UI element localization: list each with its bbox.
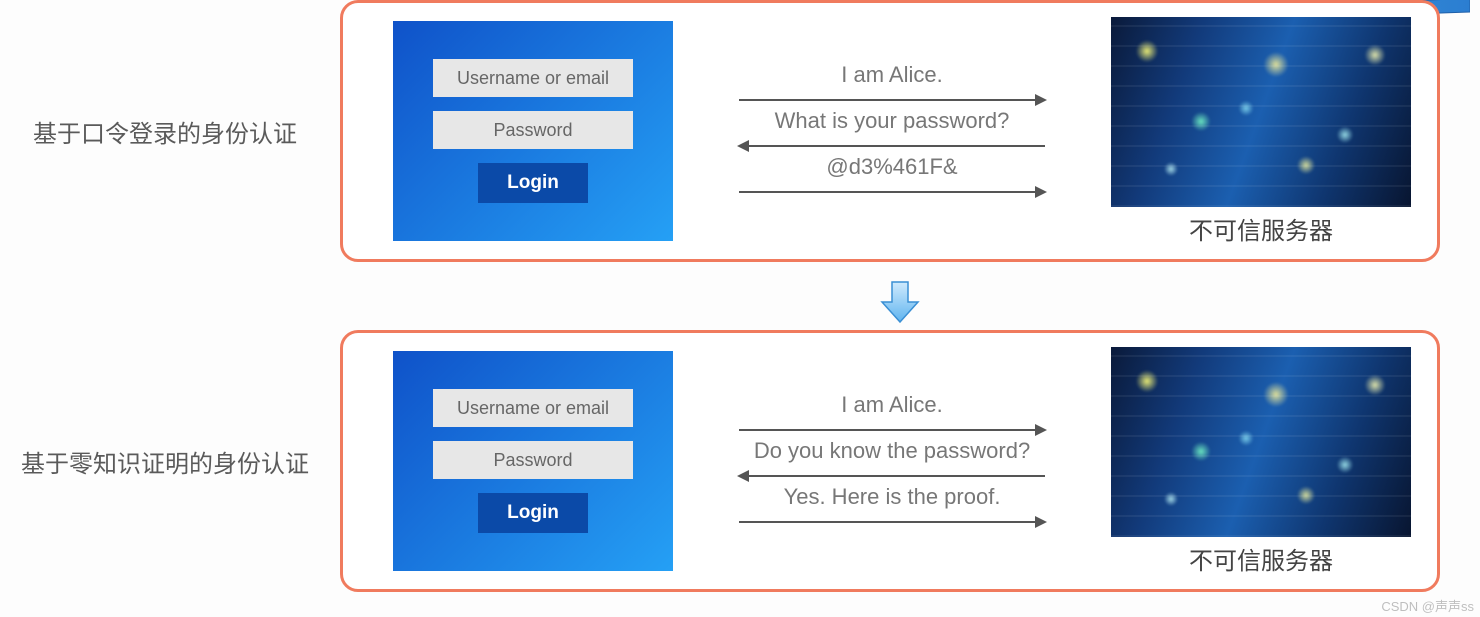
server-image: [1111, 347, 1411, 537]
arrow-right-icon: [737, 184, 1047, 200]
row-password-auth: 基于口令登录的身份认证 Username or email Password L…: [0, 0, 1480, 262]
username-field[interactable]: Username or email: [433, 59, 633, 97]
msg-group-2: What is your password?: [737, 108, 1047, 154]
arrow-left-icon: [737, 138, 1047, 154]
password-field[interactable]: Password: [433, 441, 633, 479]
server-label: 不可信服务器: [1189, 541, 1333, 576]
server-image: [1111, 17, 1411, 207]
msg1-text: I am Alice.: [841, 392, 942, 418]
msg3-text: Yes. Here is the proof.: [784, 484, 1001, 510]
msg-group-2: Do you know the password?: [737, 438, 1047, 484]
msg-group-1: I am Alice.: [737, 62, 1047, 108]
login-button[interactable]: Login: [478, 163, 588, 203]
row1-title: 基于口令登录的身份认证: [0, 114, 340, 149]
msg1-text: I am Alice.: [841, 62, 942, 88]
msg3-text: @d3%461F&: [826, 154, 957, 180]
down-arrow-icon: [880, 280, 920, 324]
row2-title: 基于零知识证明的身份认证: [0, 444, 340, 479]
msg-group-1: I am Alice.: [737, 392, 1047, 438]
login-form: Username or email Password Login: [393, 351, 673, 571]
server-column: 不可信服务器: [1111, 347, 1411, 576]
msg-group-3: Yes. Here is the proof.: [737, 484, 1047, 530]
msg2-text: What is your password?: [775, 108, 1010, 134]
login-button[interactable]: Login: [478, 493, 588, 533]
row1-messages: I am Alice. What is your password? @d3%4…: [673, 62, 1111, 200]
msg-group-3: @d3%461F&: [737, 154, 1047, 200]
row-zkp-auth: 基于零知识证明的身份认证 Username or email Password …: [0, 330, 1480, 592]
server-label: 不可信服务器: [1189, 211, 1333, 246]
arrow-left-icon: [737, 468, 1047, 484]
row2-messages: I am Alice. Do you know the password? Ye…: [673, 392, 1111, 530]
username-field[interactable]: Username or email: [433, 389, 633, 427]
login-form: Username or email Password Login: [393, 21, 673, 241]
arrow-right-icon: [737, 92, 1047, 108]
msg2-text: Do you know the password?: [754, 438, 1030, 464]
arrow-right-icon: [737, 422, 1047, 438]
row1-panel: Username or email Password Login I am Al…: [340, 0, 1440, 262]
server-column: 不可信服务器: [1111, 17, 1411, 246]
watermark-text: CSDN @声声ss: [1381, 596, 1474, 615]
row2-panel: Username or email Password Login I am Al…: [340, 330, 1440, 592]
password-field[interactable]: Password: [433, 111, 633, 149]
arrow-right-icon: [737, 514, 1047, 530]
